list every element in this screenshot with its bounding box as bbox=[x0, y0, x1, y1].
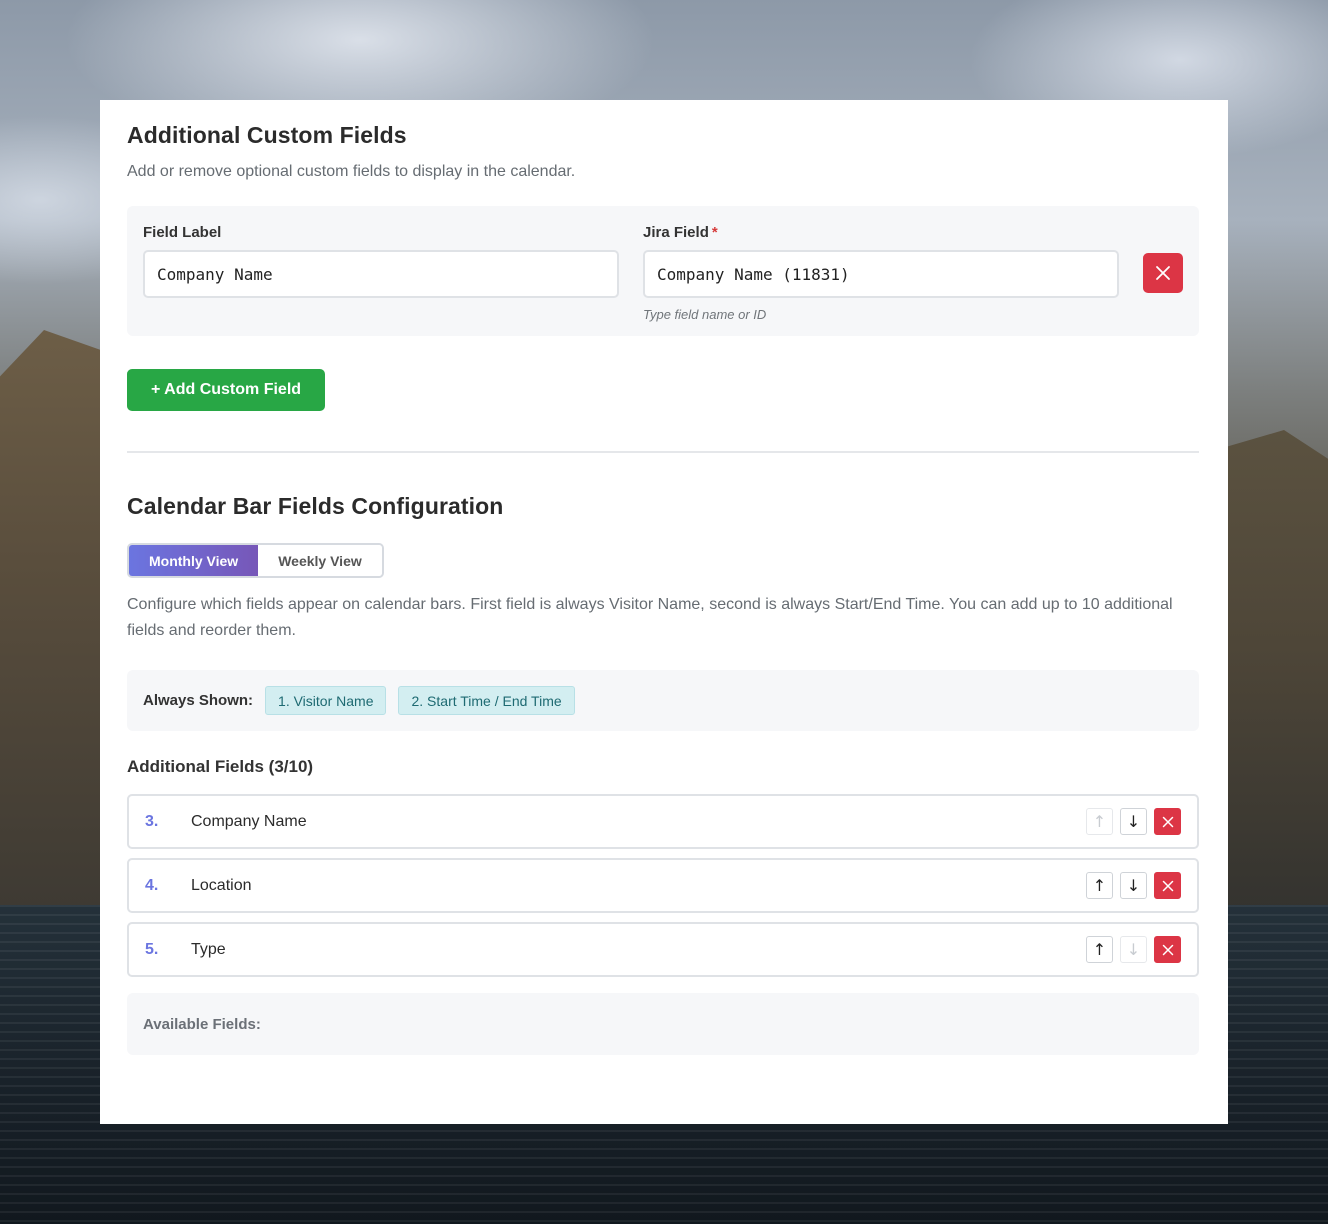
move-down-button[interactable]: ↓ bbox=[1120, 872, 1147, 899]
background-mountain-left bbox=[0, 330, 110, 910]
custom-fields-title: Additional Custom Fields bbox=[127, 122, 407, 148]
move-down-button[interactable]: ↓ bbox=[1120, 808, 1147, 835]
view-tabs: Monthly View Weekly View bbox=[127, 543, 384, 578]
remove-field-button[interactable] bbox=[1154, 936, 1181, 963]
always-shown-chip-visitor-name: 1. Visitor Name bbox=[265, 686, 387, 715]
jira-field-hint: Type field name or ID bbox=[643, 307, 767, 322]
list-item-number: 3. bbox=[145, 812, 159, 830]
calendar-bar-section: Calendar Bar Fields Configuration Monthl… bbox=[127, 493, 1199, 1055]
move-up-button[interactable]: ↑ bbox=[1086, 808, 1113, 835]
calendar-bar-title: Calendar Bar Fields Configuration bbox=[127, 493, 504, 519]
tab-weekly-view[interactable]: Weekly View bbox=[258, 545, 382, 576]
available-fields-card: Available Fields: bbox=[127, 993, 1199, 1055]
required-mark: * bbox=[711, 224, 718, 241]
settings-panel: Additional Custom Fields Add or remove o… bbox=[100, 100, 1228, 1124]
close-icon bbox=[1162, 816, 1173, 827]
field-label-title: Field Label bbox=[143, 224, 222, 241]
always-shown-label: Always Shown: bbox=[143, 692, 254, 709]
available-fields-label: Available Fields: bbox=[143, 1015, 261, 1033]
arrow-down-icon: ↓ bbox=[1126, 940, 1141, 959]
add-custom-field-button[interactable]: + Add Custom Field bbox=[127, 369, 325, 411]
move-up-button[interactable]: ↑ bbox=[1086, 872, 1113, 899]
row-actions: ↑ ↓ bbox=[1086, 936, 1181, 963]
section-divider bbox=[127, 451, 1199, 453]
always-shown-chip-start-end-time: 2. Start Time / End Time bbox=[398, 686, 575, 715]
remove-field-button[interactable] bbox=[1154, 872, 1181, 899]
jira-field-group: Jira Field* Type field name or ID bbox=[643, 224, 1119, 322]
jira-field-title: Jira Field * bbox=[643, 224, 1119, 241]
calendar-bar-description: Configure which fields appear on calenda… bbox=[127, 596, 1173, 639]
list-item-name: Type bbox=[191, 940, 226, 958]
tab-monthly-view[interactable]: Monthly View bbox=[129, 545, 259, 576]
list-item-name: Location bbox=[191, 876, 252, 894]
close-icon bbox=[1162, 944, 1173, 955]
field-label-group: Field Label bbox=[143, 224, 619, 298]
remove-field-button[interactable] bbox=[1154, 808, 1181, 835]
close-icon bbox=[1156, 266, 1170, 280]
jira-field-input[interactable] bbox=[643, 250, 1119, 298]
arrow-down-icon: ↓ bbox=[1126, 812, 1141, 831]
field-label-input[interactable] bbox=[143, 250, 619, 298]
background-mountain-right bbox=[1218, 430, 1328, 910]
row-actions: ↑ ↓ bbox=[1086, 808, 1181, 835]
always-shown-card: Always Shown: 1. Visitor Name 2. Start T… bbox=[127, 670, 1199, 731]
list-item[interactable]: 4. Location ↑ ↓ bbox=[127, 858, 1199, 913]
jira-field-title-text: Jira Field bbox=[643, 224, 709, 241]
move-up-button[interactable]: ↑ bbox=[1086, 936, 1113, 963]
additional-fields-list: 3. Company Name ↑ ↓ 4. Location ↑ ↓ 5. T… bbox=[127, 794, 1199, 977]
list-item-number: 4. bbox=[145, 876, 159, 894]
custom-fields-subtitle: Add or remove optional custom fields to … bbox=[127, 163, 576, 180]
arrow-down-icon: ↓ bbox=[1126, 876, 1141, 895]
delete-custom-field-button[interactable] bbox=[1143, 253, 1183, 293]
list-item[interactable]: 3. Company Name ↑ ↓ bbox=[127, 794, 1199, 849]
list-item-name: Company Name bbox=[191, 812, 307, 830]
list-item-number: 5. bbox=[145, 940, 159, 958]
arrow-up-icon: ↑ bbox=[1092, 940, 1107, 959]
arrow-up-icon: ↑ bbox=[1092, 876, 1107, 895]
row-actions: ↑ ↓ bbox=[1086, 872, 1181, 899]
custom-field-card: Field Label Jira Field* Type field name … bbox=[127, 206, 1199, 336]
additional-fields-title: Additional Fields (3/10) bbox=[127, 757, 314, 776]
list-item[interactable]: 5. Type ↑ ↓ bbox=[127, 922, 1199, 977]
arrow-up-icon: ↑ bbox=[1092, 812, 1107, 831]
move-down-button[interactable]: ↓ bbox=[1120, 936, 1147, 963]
close-icon bbox=[1162, 880, 1173, 891]
